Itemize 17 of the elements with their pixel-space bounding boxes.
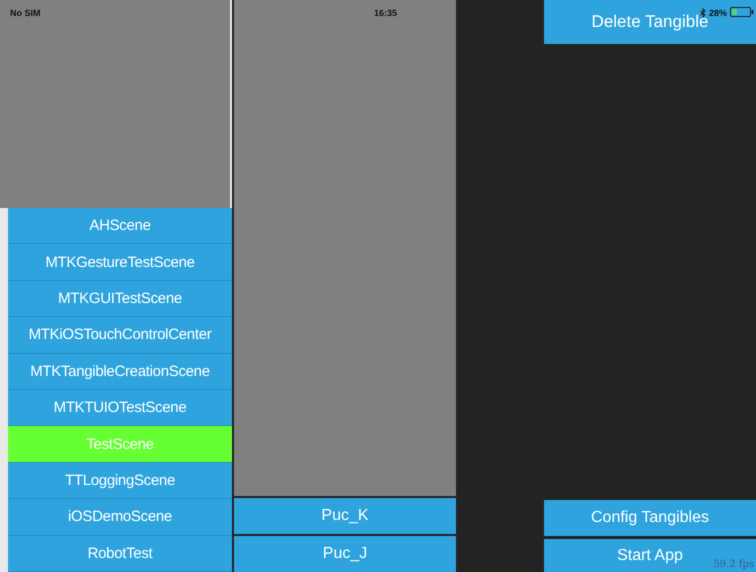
scene-list-item[interactable]: iOSDemoScene <box>8 499 232 536</box>
scene-list-item[interactable]: MTKTUIOTestScene <box>8 390 232 426</box>
scene-list-item[interactable]: MTKiOSTouchControlCenter <box>8 317 232 354</box>
battery-icon <box>730 7 754 17</box>
config-tangibles-button[interactable]: Config Tangibles <box>544 500 756 536</box>
carrier-label: No SIM <box>10 8 40 18</box>
scene-list-item[interactable]: RobotTest <box>8 536 232 572</box>
scene-list-item[interactable]: TTLoggingScene <box>8 462 232 500</box>
battery-percent-label: 28% <box>709 8 728 18</box>
scene-list-item[interactable]: MTKGUITestScene <box>8 280 232 318</box>
clock-label: 16:35 <box>374 8 398 18</box>
scene-list-item[interactable]: MTKGestureTestScene <box>8 244 232 281</box>
fps-counter: 59.2 fps <box>713 559 754 570</box>
scene-list-item[interactable]: MTKTangibleCreationScene <box>8 354 232 390</box>
scene-list-item[interactable]: AHScene <box>8 208 232 244</box>
tangible-list-item[interactable]: Puc_K <box>234 498 456 534</box>
tangible-list-item[interactable]: Puc_J <box>234 536 456 572</box>
